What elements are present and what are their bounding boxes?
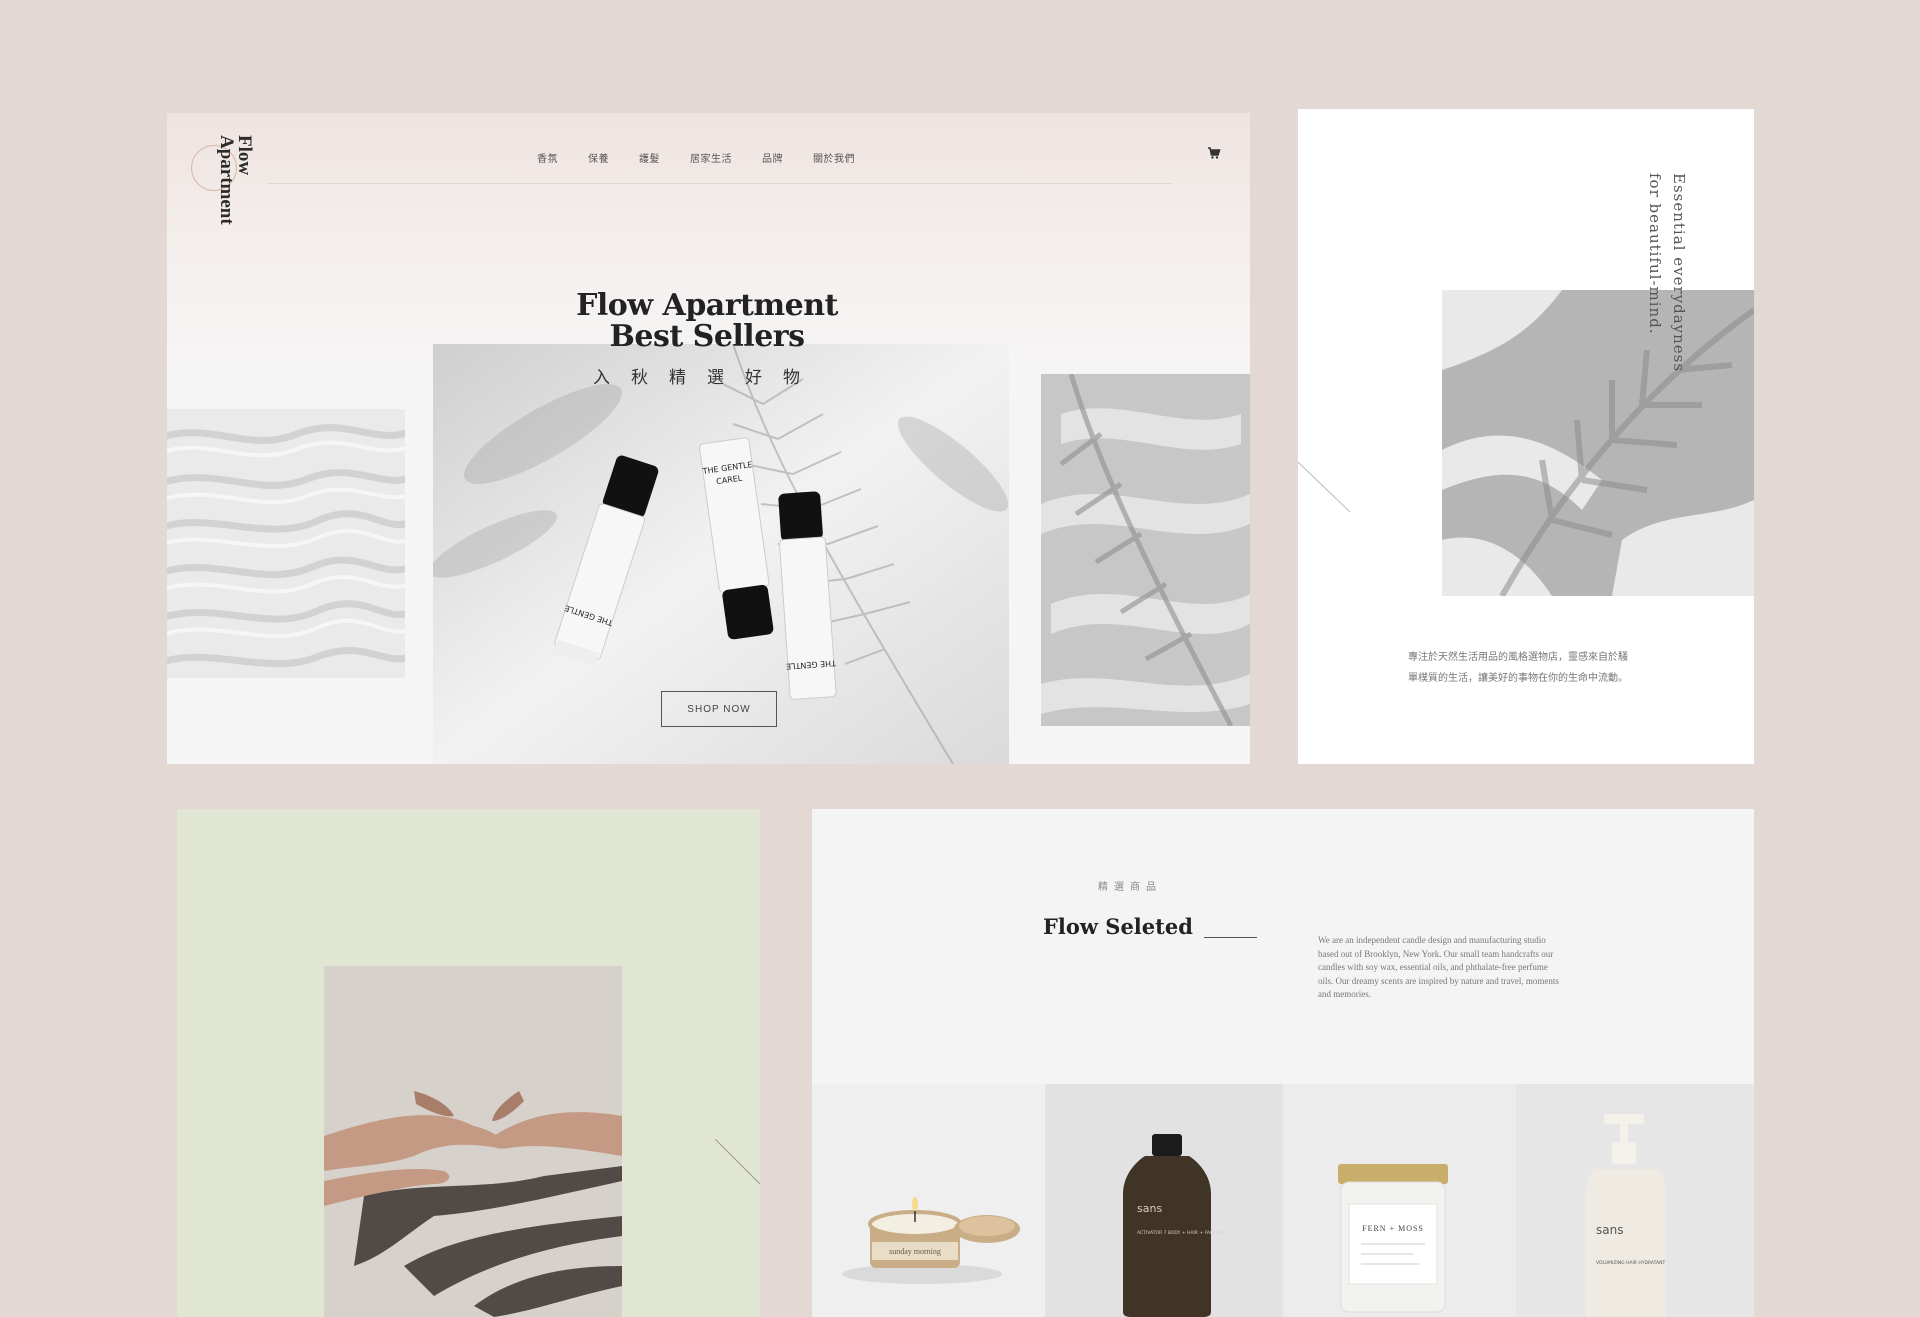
palm-shadow-image	[1041, 374, 1250, 726]
fern-shadow-image	[1442, 290, 1754, 596]
section-title: Flow Seleted	[1043, 914, 1193, 939]
product-sub-label: ACTIVATOR 7 BODY + HAIR + FACE OIL	[1137, 1230, 1225, 1236]
hero-panel: Flow Apartment 香氛 保養 護髮 居家生活 品牌 關於我們 THE…	[167, 113, 1250, 764]
product-brand-label: FERN + MOSS	[1362, 1224, 1424, 1233]
nav-item-about[interactable]: 關於我們	[813, 150, 855, 170]
tagline-vertical: Essential everydayness for beautiful-min…	[1643, 173, 1691, 372]
diagonal-line-decoration	[1298, 461, 1351, 513]
nav-item-haircare[interactable]: 護髮	[639, 150, 660, 170]
product-card-candle-jar[interactable]: FERN + MOSS	[1283, 1084, 1516, 1317]
flow-selected-panel: 精選商品 Flow Seleted We are an independent …	[812, 809, 1754, 1317]
nav-item-skincare[interactable]: 保養	[588, 150, 609, 170]
nav-item-fragrance[interactable]: 香氛	[537, 150, 558, 170]
hero-title-line-1: Flow Apartment	[576, 288, 838, 323]
product-brand-label: sunday morning	[889, 1247, 941, 1256]
sage-panel	[177, 809, 760, 1317]
store-description-line-1: 專注於天然生活用品的風格選物店，靈感來自於騷	[1408, 652, 1628, 663]
section-description: We are an independent candle design and …	[1318, 935, 1559, 999]
hero-title: Flow Apartment Best Sellers	[527, 290, 887, 352]
hero-subtitle: 入秋精選好物	[593, 368, 821, 388]
nav-divider	[267, 183, 1172, 184]
nav-item-brands[interactable]: 品牌	[762, 150, 783, 170]
hands-shadow-image	[324, 966, 622, 1317]
store-description-line-2: 單樸質的生活，讓美好的事物在你的生命中流動。	[1408, 673, 1628, 684]
sand-texture-image	[167, 409, 405, 678]
essential-panel: Essential everydayness for beautiful-min…	[1298, 109, 1754, 764]
cart-icon[interactable]	[1207, 146, 1221, 160]
diagonal-line-decoration	[715, 1139, 760, 1185]
product-card-candle-tin[interactable]: sunday morning	[812, 1084, 1045, 1317]
product-brand-label: sans	[1137, 1202, 1162, 1215]
tagline-line-1: Essential everydayness	[1670, 173, 1688, 373]
hero-title-line-2: Best Sellers	[609, 319, 805, 354]
product-sub-label: VOLUMIZING HAIR HYDRATANT	[1596, 1260, 1665, 1266]
product-card-body-oil[interactable]: sans ACTIVATOR 7 BODY + HAIR + FACE OIL	[1045, 1084, 1283, 1317]
logo-line-2: Apartment	[216, 135, 237, 225]
shop-now-button[interactable]: SHOP NOW	[661, 691, 777, 727]
product-brand-label: sans	[1596, 1223, 1623, 1237]
logo-line-1: Flow	[234, 135, 255, 176]
logo-text: Flow Apartment	[183, 135, 255, 235]
product-card-pump-bottle[interactable]: sans VOLUMIZING HAIR HYDRATANT	[1516, 1084, 1754, 1317]
flow-apartment-logo[interactable]: Flow Apartment	[189, 123, 259, 233]
main-nav: 香氛 保養 護髮 居家生活 品牌 關於我們	[537, 150, 885, 170]
section-label: 精選商品	[1098, 882, 1162, 893]
tagline-line-2: for beautiful-mind.	[1646, 173, 1664, 335]
title-underline	[1204, 937, 1257, 938]
store-description: 專注於天然生活用品的風格選物店，靈感來自於騷 單樸質的生活，讓美好的事物在你的生…	[1408, 647, 1668, 689]
nav-item-home-living[interactable]: 居家生活	[690, 150, 732, 170]
